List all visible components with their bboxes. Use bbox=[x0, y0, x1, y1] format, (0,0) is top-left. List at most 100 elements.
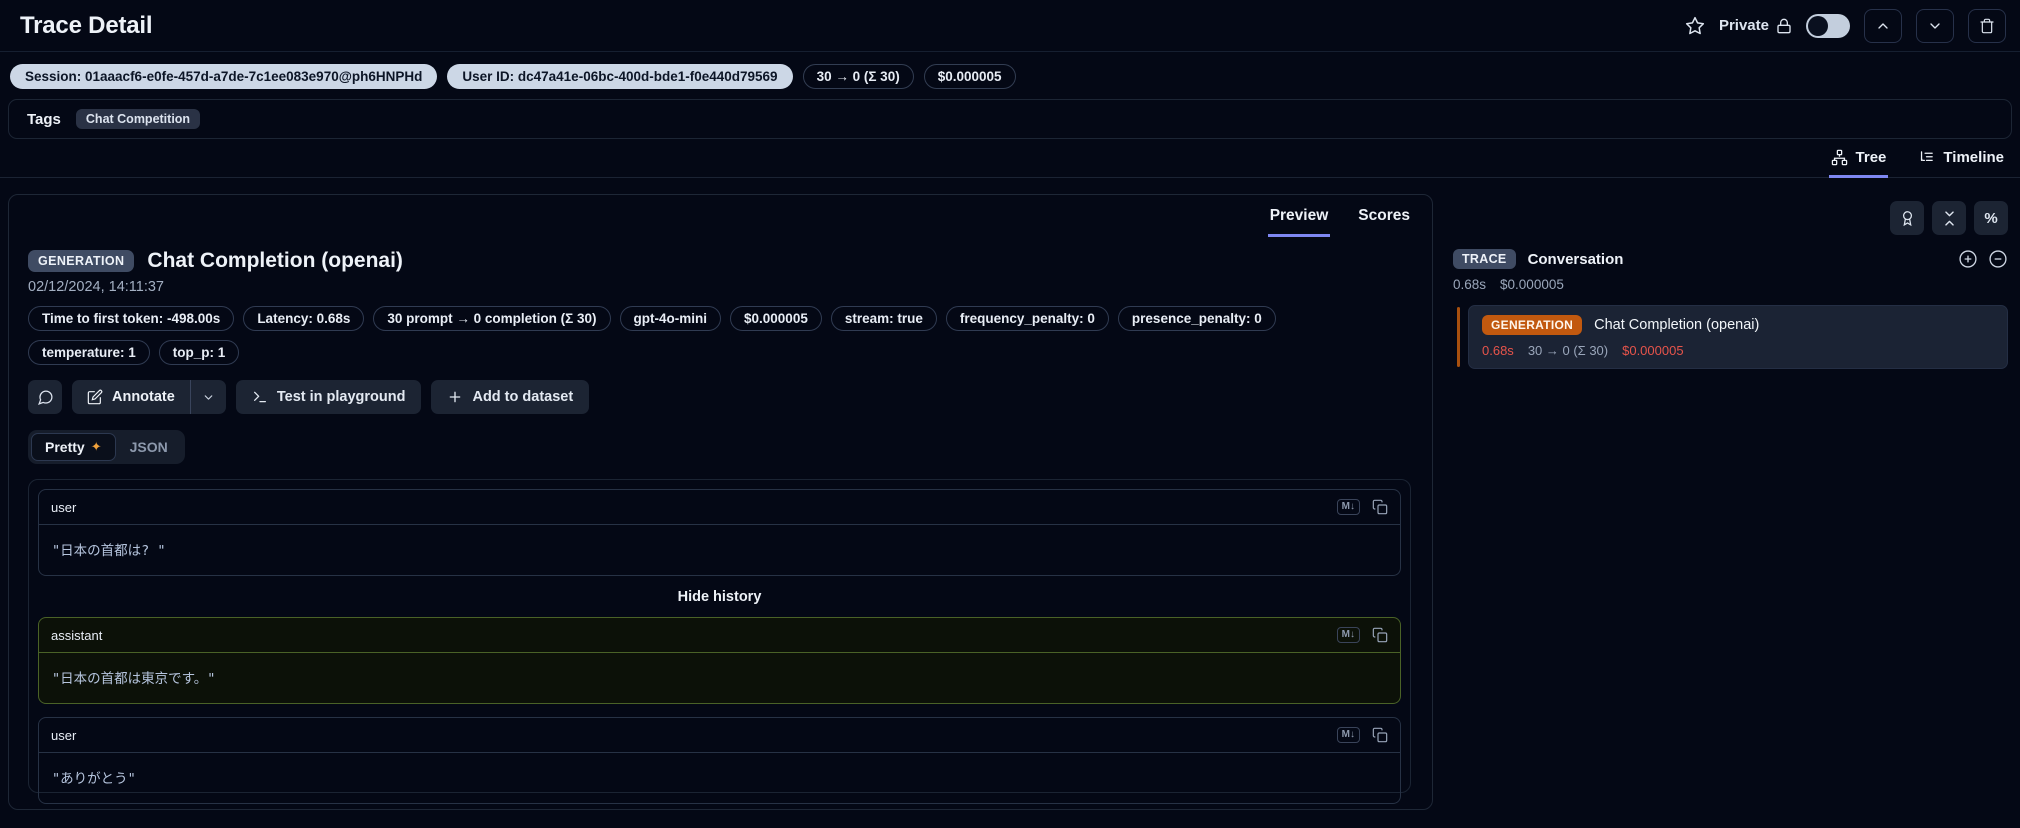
next-trace-button[interactable] bbox=[1916, 8, 1954, 43]
chevrons-down-up-icon bbox=[1944, 210, 1954, 226]
markdown-toggle-icon[interactable]: M↓ bbox=[1336, 499, 1360, 515]
io-format-toggle: Pretty ✦ JSON bbox=[28, 430, 185, 464]
token-usage-badge: 30 → 0 (Σ 30) bbox=[802, 64, 914, 89]
messages-container: user M↓ "日本の首都は? " Hide history assistan… bbox=[28, 479, 1411, 804]
pretty-view-button[interactable]: Pretty ✦ bbox=[31, 433, 116, 461]
node-tokens: 30 → 0 (Σ 30) bbox=[1527, 343, 1609, 358]
tree-icon bbox=[1831, 149, 1848, 166]
content-area: Preview Scores GENERATION Chat Completio… bbox=[0, 178, 2020, 810]
tab-scores[interactable]: Scores bbox=[1356, 203, 1412, 237]
test-in-playground-button[interactable]: Test in playground bbox=[235, 380, 422, 414]
metric-temperature: temperature: 1 bbox=[28, 340, 150, 365]
terminal-icon bbox=[253, 391, 266, 403]
observation-timestamp: 02/12/2024, 14:11:37 bbox=[28, 279, 164, 295]
trace-id-badges: Session: 01aaacf6-e0fe-457d-a7de-7c1ee08… bbox=[0, 52, 2020, 89]
timeline-icon bbox=[1918, 149, 1935, 166]
json-view-button[interactable]: JSON bbox=[116, 433, 182, 461]
metric-tokens: 30 prompt → 0 completion (Σ 30) bbox=[373, 306, 611, 331]
copy-icon[interactable] bbox=[1372, 627, 1388, 643]
collapse-all-button[interactable] bbox=[1932, 201, 1966, 235]
tab-timeline[interactable]: Timeline bbox=[1916, 141, 2006, 178]
toggle-knob bbox=[1808, 15, 1828, 36]
card-tabs: Preview Scores bbox=[9, 195, 1432, 237]
chat-bubble-icon bbox=[37, 389, 53, 405]
header-actions: Private bbox=[1685, 8, 2006, 43]
lock-icon bbox=[1776, 18, 1792, 34]
tree-node-wrapper: GENERATION Chat Completion (openai) 0.68… bbox=[1457, 305, 2008, 369]
tab-preview[interactable]: Preview bbox=[1267, 203, 1331, 237]
tree-node-header: GENERATION Chat Completion (openai) bbox=[1482, 315, 1994, 335]
copy-icon[interactable] bbox=[1372, 727, 1388, 743]
annotate-split-button: Annotate bbox=[72, 380, 226, 414]
node-latency: 0.68s bbox=[1482, 343, 1514, 358]
metric-frequency-penalty: frequency_penalty: 0 bbox=[945, 306, 1109, 331]
markdown-toggle-icon[interactable]: M↓ bbox=[1336, 627, 1360, 643]
chevron-down-icon bbox=[204, 394, 213, 400]
generation-type-badge: GENERATION bbox=[1482, 315, 1583, 335]
card-body: GENERATION Chat Completion (openai) 02/1… bbox=[9, 237, 1432, 809]
metric-latency: Latency: 0.68s bbox=[243, 306, 365, 331]
plus-icon bbox=[450, 391, 461, 403]
edit-icon bbox=[87, 389, 103, 405]
metric-cost: $0.000005 bbox=[730, 306, 822, 331]
add-to-dataset-button[interactable]: Add to dataset bbox=[431, 380, 590, 414]
metric-top-p: top_p: 1 bbox=[158, 340, 240, 365]
page-title: Trace Detail bbox=[20, 11, 153, 39]
tree-node-metrics: 0.68s 30 → 0 (Σ 30) $0.000005 bbox=[1482, 343, 1994, 358]
message-content: "ありがとう" bbox=[52, 771, 136, 787]
show-metrics-button[interactable]: % bbox=[1974, 201, 2008, 235]
trace-type-badge: TRACE bbox=[1453, 249, 1516, 269]
comments-button[interactable] bbox=[28, 380, 62, 414]
tags-label: Tags bbox=[27, 110, 61, 128]
message-assistant: assistant M↓ "日本の首都は東京です。" bbox=[38, 617, 1401, 704]
metric-stream: stream: true bbox=[830, 306, 937, 331]
observation-header: GENERATION Chat Completion (openai) bbox=[28, 249, 1416, 273]
metric-presence-penalty: presence_penalty: 0 bbox=[1117, 306, 1276, 331]
observation-title: Chat Completion (openai) bbox=[147, 249, 403, 272]
chevron-up-icon bbox=[1878, 22, 1888, 29]
privacy-label: Private bbox=[1719, 17, 1792, 34]
message-header-icons: M↓ bbox=[1336, 627, 1388, 643]
message-header: assistant M↓ bbox=[39, 618, 1400, 653]
tree-node-title: Chat Completion (openai) bbox=[1594, 317, 1760, 333]
collapse-node-icon[interactable] bbox=[1988, 249, 2008, 269]
annotate-dropdown-button[interactable] bbox=[189, 380, 226, 414]
message-user-2: user M↓ "ありがとう" bbox=[38, 717, 1401, 804]
public-sharing-toggle[interactable] bbox=[1806, 13, 1850, 38]
expand-all-icon[interactable] bbox=[1958, 249, 1978, 269]
observation-card: Preview Scores GENERATION Chat Completio… bbox=[8, 194, 1433, 810]
award-icon bbox=[1902, 210, 1912, 226]
bookmark-star-icon[interactable] bbox=[1685, 16, 1705, 36]
annotate-button[interactable]: Annotate bbox=[72, 380, 190, 414]
user-id-badge[interactable]: User ID: dc47a41e-06bc-400d-bde1-f0e440d… bbox=[447, 64, 793, 89]
metric-model: gpt-4o-mini bbox=[619, 306, 722, 331]
trace-title: Conversation bbox=[1527, 250, 1624, 268]
copy-icon[interactable] bbox=[1372, 499, 1388, 515]
message-role: user bbox=[51, 727, 77, 743]
message-role: user bbox=[51, 499, 77, 515]
action-buttons: Annotate Test in playground Add to datas… bbox=[28, 380, 1416, 414]
trace-tree-root[interactable]: TRACE Conversation bbox=[1453, 249, 2008, 269]
metric-badges: Time to first token: -498.00s Latency: 0… bbox=[28, 306, 1358, 365]
tree-node-generation[interactable]: GENERATION Chat Completion (openai) 0.68… bbox=[1468, 305, 2008, 369]
chevron-down-icon bbox=[1930, 22, 1940, 29]
show-scores-button[interactable] bbox=[1890, 201, 1924, 235]
message-header: user M↓ bbox=[39, 490, 1400, 525]
previous-trace-button[interactable] bbox=[1864, 8, 1902, 43]
trace-cost: $0.000005 bbox=[1500, 277, 1564, 292]
percent-icon: % bbox=[1984, 209, 1998, 227]
delete-trace-button[interactable] bbox=[1968, 8, 2006, 43]
session-badge[interactable]: Session: 01aaacf6-e0fe-457d-a7de-7c1ee08… bbox=[10, 64, 438, 89]
cost-badge: $0.000005 bbox=[923, 64, 1016, 89]
tag-chat-competition[interactable]: Chat Competition bbox=[75, 109, 201, 129]
trace-latency: 0.68s bbox=[1453, 277, 1487, 292]
message-content: "日本の首都は? " bbox=[52, 543, 166, 559]
trace-row-icons bbox=[1958, 249, 2008, 269]
tags-section: Tags Chat Competition bbox=[8, 99, 2012, 139]
node-cost: $0.000005 bbox=[1622, 343, 1684, 358]
markdown-toggle-icon[interactable]: M↓ bbox=[1336, 727, 1360, 743]
hide-history-toggle[interactable]: Hide history bbox=[38, 589, 1401, 605]
sparkles-icon: ✦ bbox=[90, 439, 102, 454]
trace-metrics: 0.68s $0.000005 bbox=[1453, 277, 2008, 292]
tab-tree[interactable]: Tree bbox=[1828, 141, 1889, 178]
